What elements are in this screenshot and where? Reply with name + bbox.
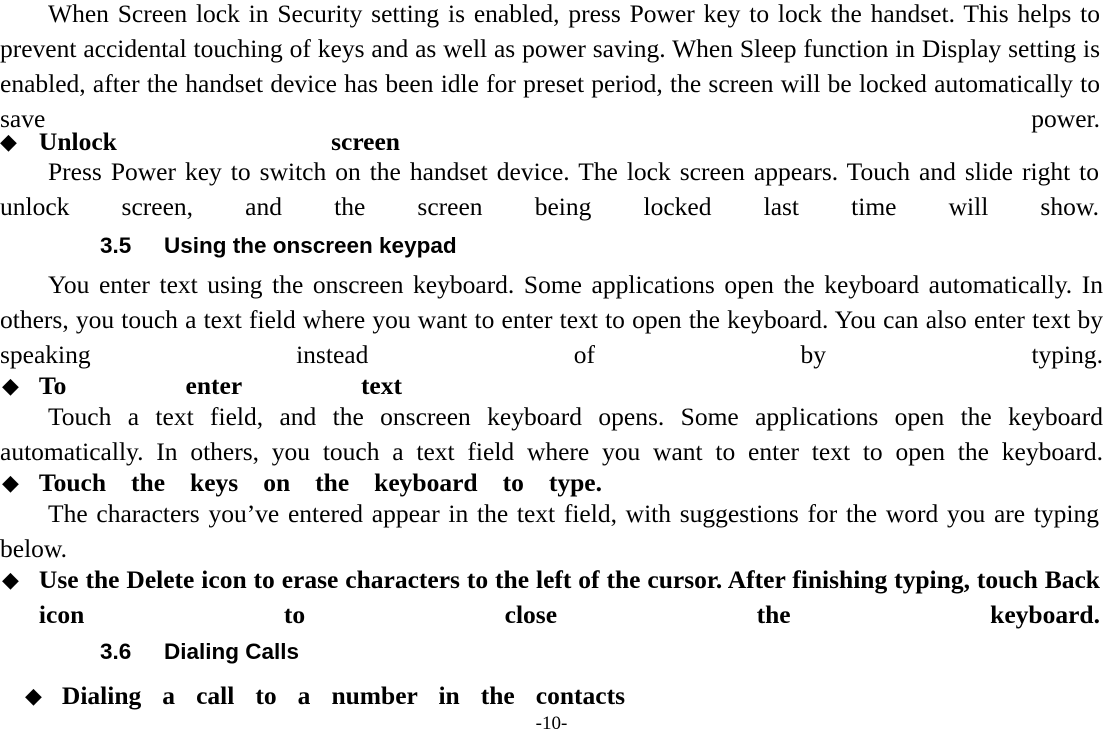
document-page: When Screen lock in Security setting is … — [0, 0, 1103, 734]
diamond-bullet-icon: ◆ — [25, 683, 42, 708]
heading-3-6: 3.6 Dialing Calls — [100, 637, 299, 667]
paragraph-characters-entered-text: The characters you’ve entered appear in … — [0, 499, 1099, 563]
heading-3-5: 3.5 Using the onscreen keypad — [100, 231, 457, 261]
diamond-bullet-icon: ◆ — [2, 567, 19, 592]
heading-3-5-number: 3.5 — [100, 233, 132, 258]
diamond-bullet-icon: ◆ — [2, 470, 19, 495]
page-number-footer: -10- — [535, 713, 568, 734]
heading-3-6-title: Dialing Calls — [164, 639, 300, 664]
heading-3-5-title: Using the onscreen keypad — [164, 233, 457, 258]
heading-3-6-number: 3.6 — [100, 639, 132, 664]
diamond-bullet-icon: ◆ — [2, 373, 19, 398]
